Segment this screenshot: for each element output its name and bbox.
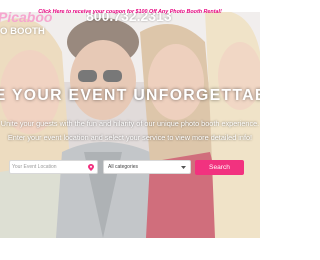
search-button[interactable]: Search: [195, 160, 244, 175]
hero-subline-2: Enter your event location and select you…: [7, 133, 253, 142]
hero-subline-1: Unite your guests with the fun and hilar…: [0, 119, 260, 128]
promo-bar[interactable]: Click Here to receive your coupon for $1…: [0, 0, 260, 15]
chevron-down-icon: [181, 166, 186, 169]
location-field[interactable]: [9, 160, 98, 174]
map-pin-icon: [88, 164, 94, 171]
hero-section: Picaboo O BOOTH 800.732.2313 KE YOUR EVE…: [0, 12, 260, 238]
category-select[interactable]: All categories: [103, 160, 191, 174]
promo-link[interactable]: Click Here to receive your coupon for $1…: [38, 9, 222, 15]
page-bottom-area: [0, 238, 260, 260]
brand-bar: Picaboo O BOOTH 800.732.2313: [0, 12, 260, 38]
logo-subtitle: O BOOTH: [0, 26, 45, 37]
location-input[interactable]: [12, 162, 88, 172]
search-form: All categories Search: [0, 160, 260, 176]
category-selected-value: All categories: [108, 164, 139, 170]
hero-headline: KE YOUR EVENT UNFORGETTABL: [0, 87, 260, 104]
